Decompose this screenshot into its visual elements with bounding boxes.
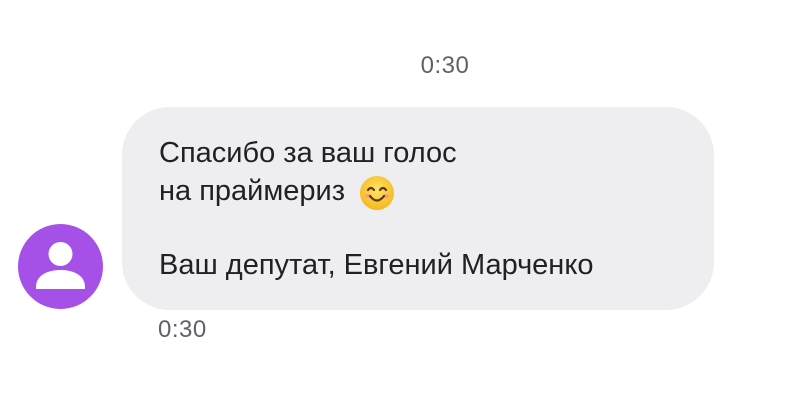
avatar[interactable]	[18, 224, 103, 309]
message-bubble[interactable]: Спасибо за ваш голос на праймериз Ваш де…	[122, 107, 714, 310]
message-text: Спасибо за ваш голос	[159, 137, 457, 169]
message-line-3: Ваш депутат, Евгений Марченко	[159, 247, 714, 283]
message-text: на праймериз	[159, 175, 346, 207]
message-timestamp: 0:30	[158, 316, 207, 343]
message-line-2: на праймериз	[159, 171, 714, 211]
message-timestamp-header: 0:30	[420, 52, 470, 79]
smiling-face-icon	[359, 175, 395, 211]
person-icon	[18, 224, 103, 309]
message-text: Ваш депутат, Евгений Марченко	[159, 249, 594, 281]
message-line-1: Спасибо за ваш голос	[159, 135, 714, 171]
conversation-screen: 0:30 Спасибо за ваш голос на праймериз В…	[0, 0, 800, 404]
